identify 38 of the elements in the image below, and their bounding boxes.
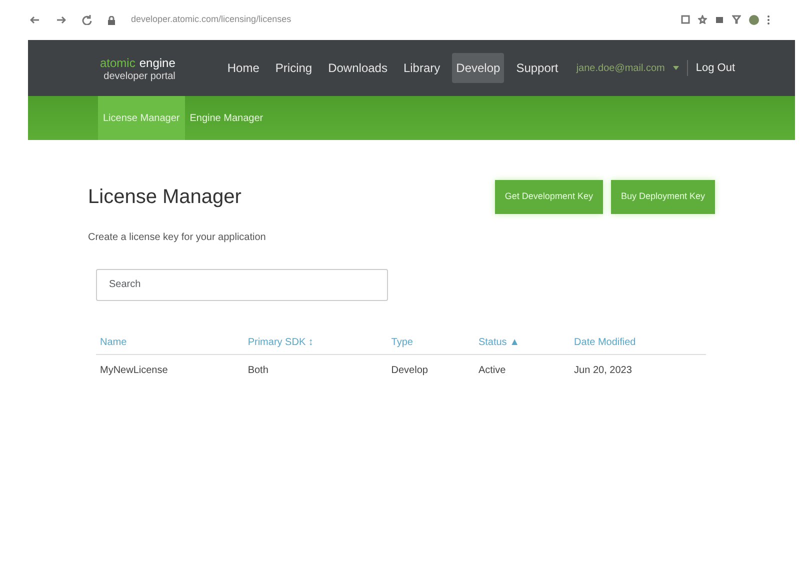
key-button[interactable]: Buy Deployment Key (610, 180, 715, 214)
back-icon[interactable] (30, 15, 40, 25)
profile-icon[interactable] (749, 15, 759, 25)
table-cell: Both (244, 354, 388, 386)
user-menu[interactable]: jane.doe@mail.com (576, 60, 665, 76)
search-field[interactable]: Search (96, 268, 388, 300)
table-cell: Jun 20, 2023 (570, 354, 706, 386)
table-cell: MyNewLicense (96, 354, 244, 386)
logout-link[interactable]: Log Out (686, 60, 735, 76)
column-header[interactable]: Name (96, 324, 244, 354)
subnav-tab[interactable]: Engine Manager (184, 96, 268, 140)
nav-link[interactable]: Develop (452, 53, 504, 83)
column-header[interactable]: Status ▲ (474, 324, 570, 354)
column-header[interactable]: Date Modified (570, 324, 706, 354)
lock-icon (108, 16, 115, 24)
logo-text: engine (139, 55, 176, 72)
forward-icon[interactable] (56, 15, 66, 25)
key-button[interactable]: Get Development Key (494, 180, 603, 214)
reload-icon[interactable] (82, 15, 92, 25)
caret-icon[interactable] (672, 66, 679, 70)
table-cell: Active (474, 354, 570, 386)
logo-subtitle: developer portal (104, 72, 176, 82)
column-header[interactable]: Primary SDK ↕ (244, 324, 388, 354)
star-icon[interactable] (698, 15, 707, 24)
url-text[interactable]: developer.atomic.com/licensing/licenses (131, 13, 292, 27)
column-header[interactable]: Type (387, 324, 474, 354)
logo-text: atomic (100, 55, 136, 72)
filter-icon[interactable] (732, 15, 741, 24)
more-icon[interactable] (767, 15, 770, 25)
page-title: License Manager (88, 184, 242, 209)
nav-link[interactable]: Support (512, 53, 562, 83)
nav-link[interactable]: Pricing (271, 53, 316, 83)
page-description: Create a license key for your application (88, 230, 267, 244)
nav-link[interactable]: Home (223, 53, 264, 83)
nav-link[interactable]: Library (399, 53, 444, 83)
subnav-tab[interactable]: License Manager (98, 96, 185, 140)
nav-link[interactable]: Downloads (324, 53, 392, 83)
table-cell: Develop (387, 354, 474, 386)
